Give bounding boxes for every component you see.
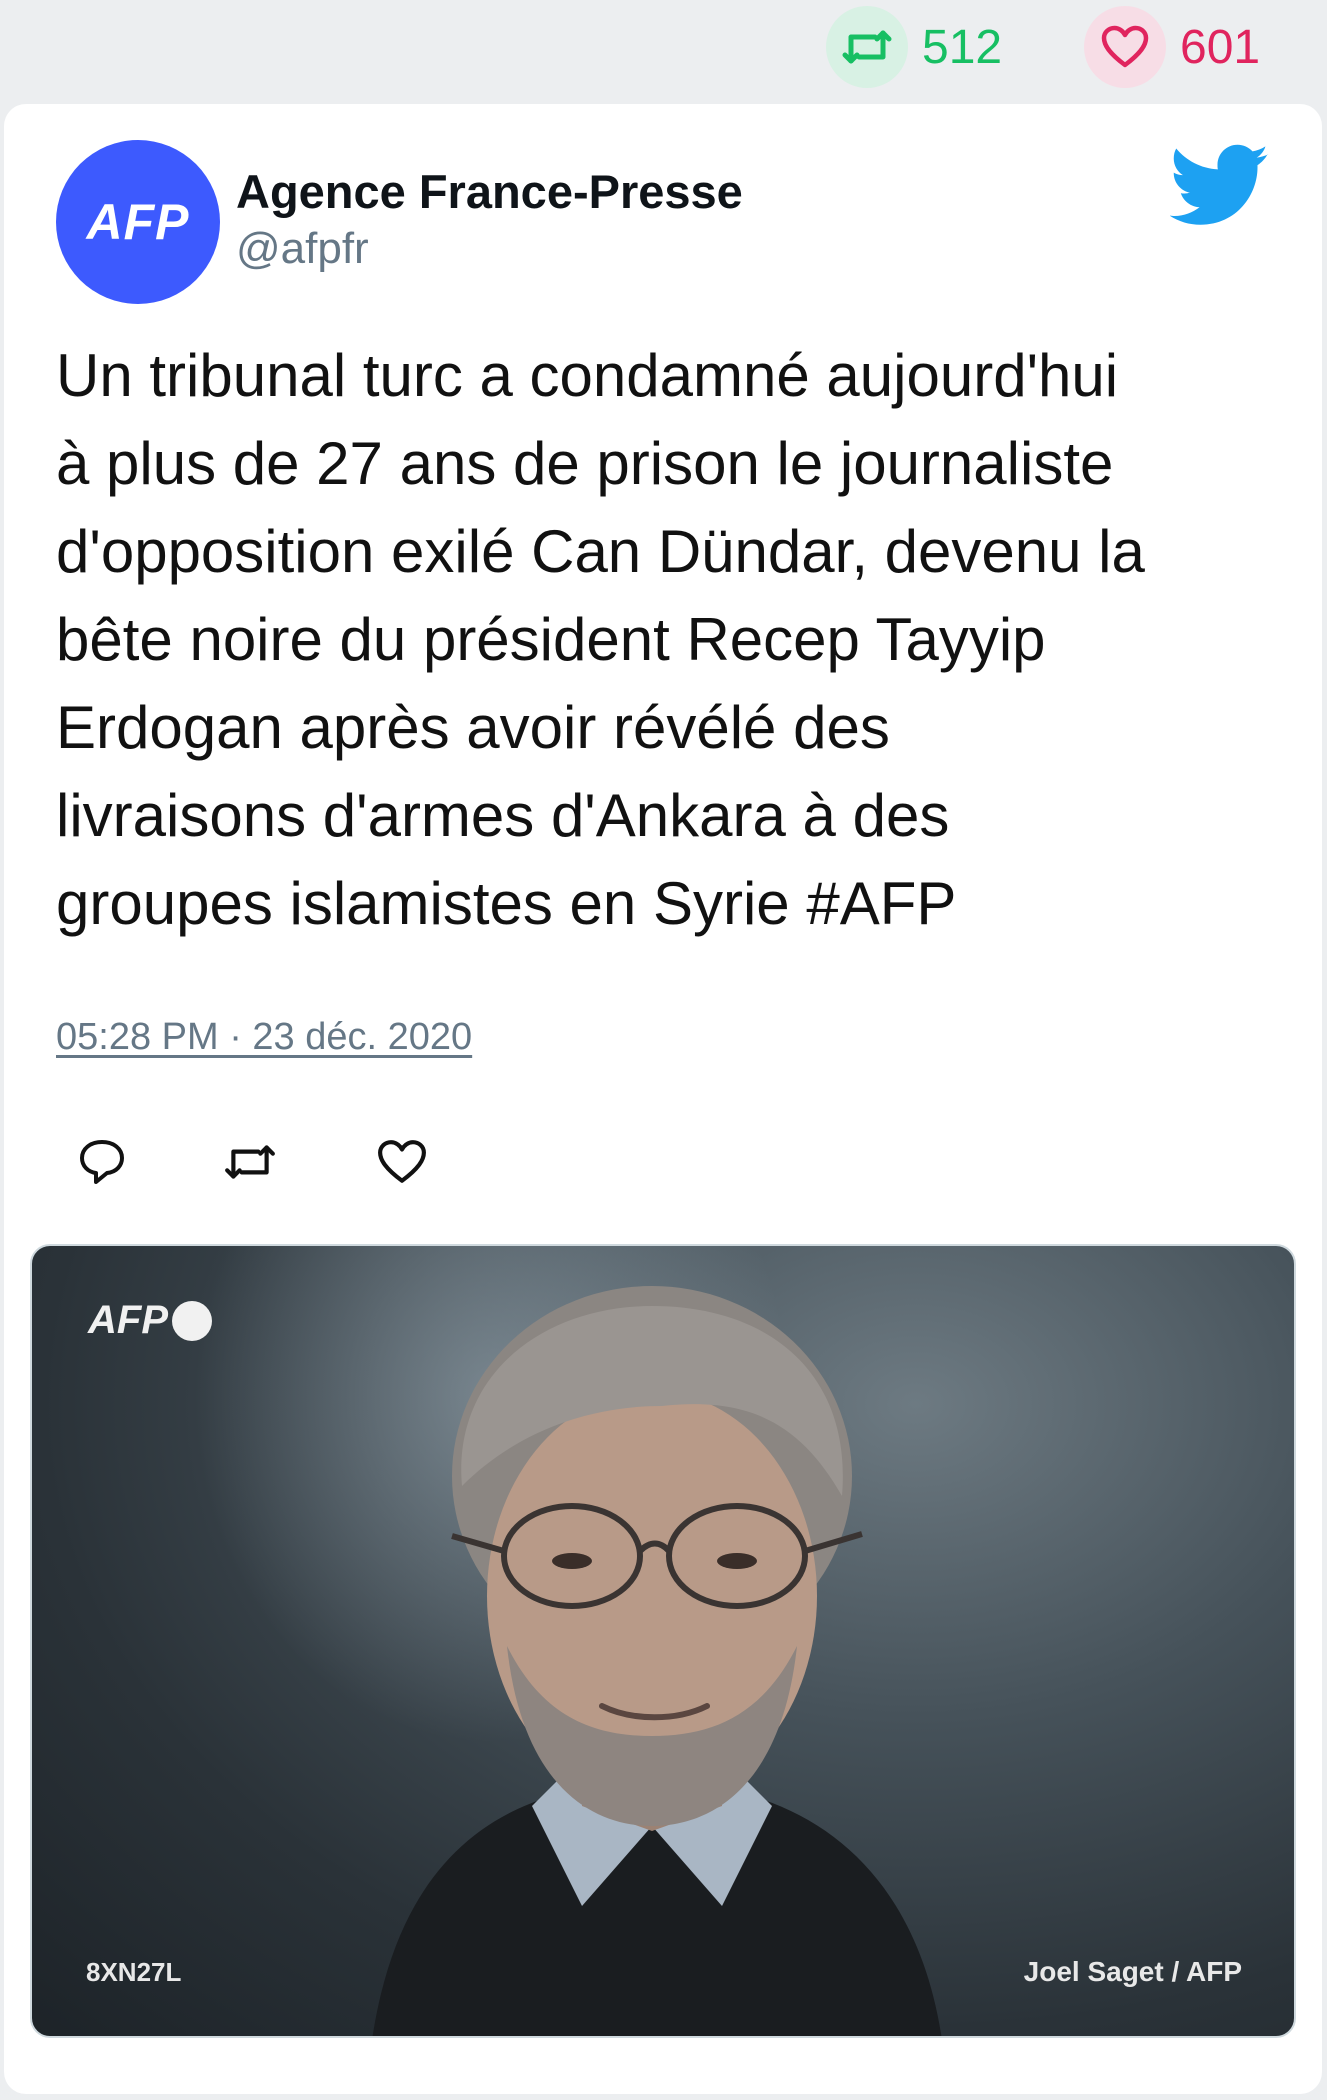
engagement-stats: 512 601 bbox=[0, 0, 1327, 100]
retweet-action-icon bbox=[223, 1141, 277, 1188]
retweet-count: 512 bbox=[922, 20, 1003, 74]
like-button[interactable] bbox=[372, 1134, 432, 1194]
like-stat[interactable]: 601 bbox=[1084, 6, 1260, 88]
photo-id: 8XN27L bbox=[86, 1957, 182, 1987]
author-name[interactable]: Agence France-Presse bbox=[236, 164, 743, 219]
afp-logo-dot bbox=[172, 1300, 212, 1341]
retweet-button[interactable] bbox=[220, 1134, 280, 1194]
tweet-photo[interactable]: AFP 8XN27L Joel Saget / AFP bbox=[30, 1244, 1296, 2038]
reply-button[interactable] bbox=[72, 1134, 132, 1194]
reply-icon bbox=[77, 1138, 127, 1191]
like-count: 601 bbox=[1180, 20, 1261, 74]
tweet-card: AFP Agence France-Presse @afpfr Un tribu… bbox=[4, 104, 1322, 2094]
tweet-text: Un tribunal turc a condamné aujourd'hui … bbox=[56, 342, 1145, 937]
avatar[interactable]: AFP bbox=[56, 140, 220, 304]
heart-action-icon bbox=[377, 1139, 427, 1190]
afp-watermark-logo: AFP bbox=[88, 1298, 212, 1343]
avatar-text: AFP bbox=[86, 194, 190, 250]
twitter-bird-icon[interactable] bbox=[1169, 144, 1270, 228]
photo-credit: Joel Saget / AFP bbox=[1023, 1956, 1242, 1987]
retweet-icon bbox=[826, 6, 908, 88]
retweet-stat[interactable]: 512 bbox=[826, 6, 1002, 88]
tweet-timestamp[interactable]: 05:28 PM · 23 déc. 2020 bbox=[56, 1016, 472, 1059]
heart-icon bbox=[1084, 6, 1166, 88]
afp-watermark-text: AFP bbox=[88, 1298, 168, 1342]
portrait-photo bbox=[372, 1286, 942, 2036]
author-handle[interactable]: @afpfr bbox=[236, 224, 369, 274]
